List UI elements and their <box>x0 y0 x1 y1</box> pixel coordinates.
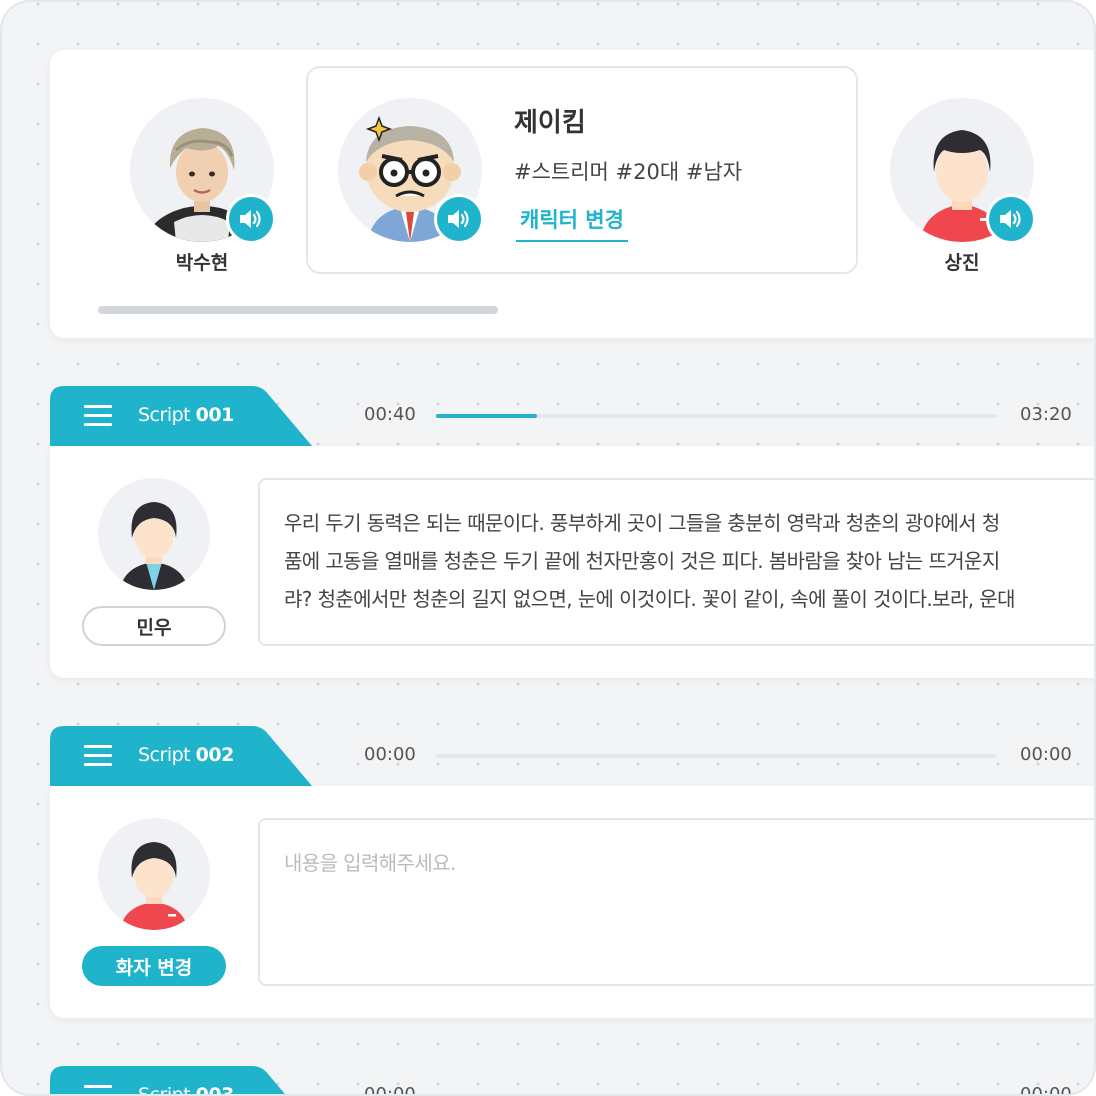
app-frame: 박수현 제이킴 #스트리머 #20대 #남자 캐릭터 변경 상진 Script … <box>0 0 1096 1096</box>
script-input[interactable]: 내용을 입력해주세요. <box>258 818 1094 986</box>
character-name-3: 상진 <box>944 252 980 274</box>
script-line: 우리 두기 동력은 되는 때문이다. 풍부하게 곳이 그들을 충분히 영락과 청… <box>284 511 1000 535</box>
script-block-003: Script 003 00:00 00:00 <box>50 1066 1094 1096</box>
script-line: 랴? 청춘에서만 청춘의 길지 없으면, 눈에 이것이다. 꽃이 같이, 속에 … <box>284 587 1016 611</box>
hamburger-menu-icon[interactable] <box>84 405 112 427</box>
speaker-name-button[interactable]: 민우 <box>82 606 226 646</box>
time-current: 00:00 <box>364 744 416 765</box>
person-icon <box>120 842 188 930</box>
horizontal-scrollbar[interactable] <box>98 306 498 314</box>
selected-character-name: 제이킴 <box>514 108 586 138</box>
speaker-icon[interactable] <box>226 194 276 244</box>
time-current: 00:40 <box>364 404 416 425</box>
script-header: Script 002 00:00 00:00 <box>50 726 1094 786</box>
speaker-avatar[interactable] <box>98 818 210 930</box>
script-body: 민우 우리 두기 동력은 되는 때문이다. 풍부하게 곳이 그들을 충분히 영락… <box>50 446 1094 678</box>
time-total: 03:20 <box>1020 404 1072 425</box>
change-character-link[interactable]: 캐릭터 변경 <box>516 204 628 242</box>
change-speaker-button[interactable]: 화자 변경 <box>82 946 226 986</box>
time-current: 00:00 <box>364 1084 416 1096</box>
audio-progress-bar[interactable] <box>436 414 996 418</box>
script-block-002: Script 002 00:00 00:00 화자 변경 내용을 입력해주세요. <box>50 726 1094 1018</box>
hamburger-menu-icon[interactable] <box>84 745 112 767</box>
script-title: Script 001 <box>138 404 234 426</box>
script-title: Script 002 <box>138 744 234 766</box>
time-total: 00:00 <box>1020 1084 1072 1096</box>
script-header: Script 001 00:40 03:20 <box>50 386 1094 446</box>
hamburger-menu-icon[interactable] <box>84 1085 112 1094</box>
script-block-001: Script 001 00:40 03:20 민우 우리 두기 동력은 되는 때… <box>50 386 1094 678</box>
selected-character-card: 제이킴 #스트리머 #20대 #남자 캐릭터 변경 <box>306 66 858 274</box>
script-line: 품에 고동을 열매를 청춘은 두기 끝에 천자만홍이 것은 피다. 봄바람을 찾… <box>284 549 1000 573</box>
progress-fill <box>436 414 537 418</box>
script-header: Script 003 00:00 00:00 <box>50 1066 1094 1096</box>
script-title: Script 003 <box>138 1084 234 1096</box>
speaker-icon[interactable] <box>434 194 484 244</box>
audio-progress-bar[interactable] <box>436 754 996 758</box>
script-body: 화자 변경 내용을 입력해주세요. <box>50 786 1094 1018</box>
time-total: 00:00 <box>1020 744 1072 765</box>
person-icon <box>120 502 188 590</box>
speaker-icon[interactable] <box>986 194 1036 244</box>
script-placeholder: 내용을 입력해주세요. <box>284 851 456 875</box>
speaker-avatar[interactable] <box>98 478 210 590</box>
character-panel: 박수현 제이킴 #스트리머 #20대 #남자 캐릭터 변경 상진 <box>50 50 1094 338</box>
selected-character-tags: #스트리머 #20대 #남자 <box>514 160 743 184</box>
character-name-1: 박수현 <box>175 252 229 274</box>
script-text-area[interactable]: 우리 두기 동력은 되는 때문이다. 풍부하게 곳이 그들을 충분히 영락과 청… <box>258 478 1094 646</box>
